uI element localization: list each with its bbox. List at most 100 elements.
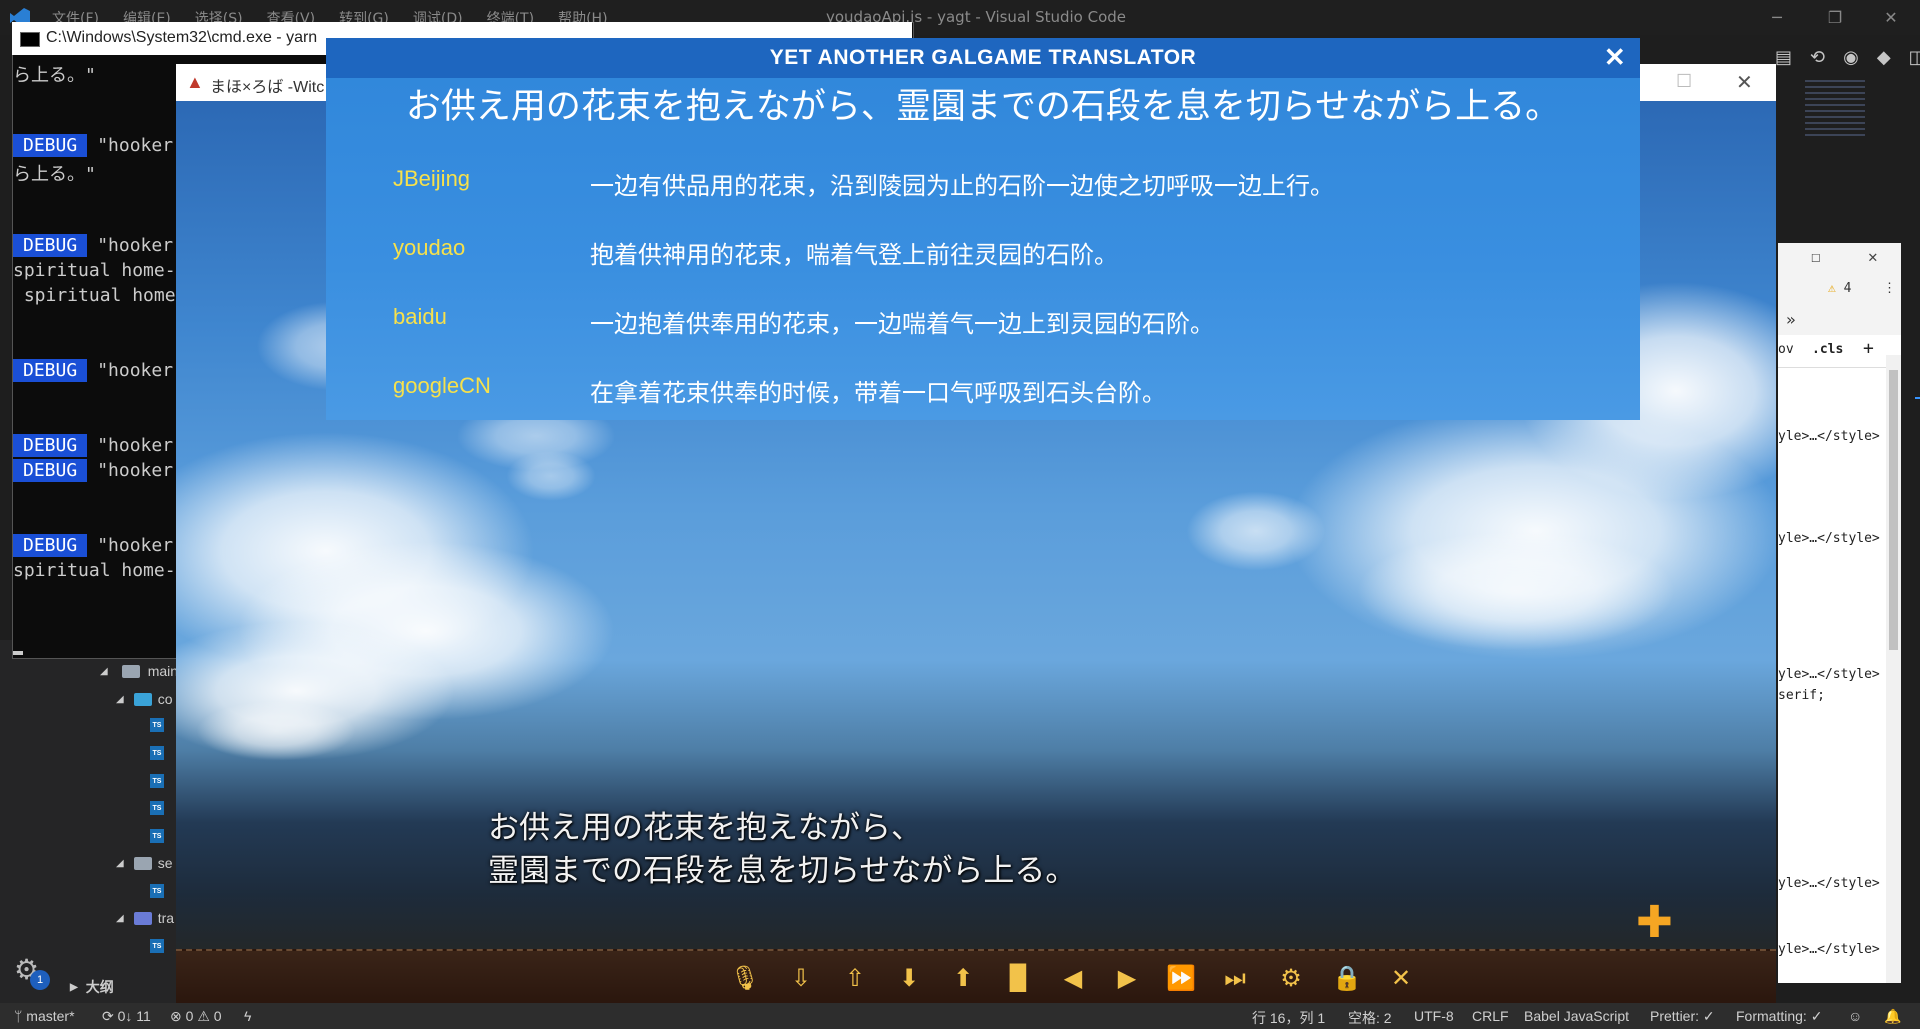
cmd-output-line: spiritual home- xyxy=(13,260,176,281)
error-icon: ⊗ xyxy=(170,1008,186,1024)
load-icon[interactable]: ⬆ xyxy=(946,963,980,993)
tree-item-file[interactable]: TS xyxy=(150,933,164,959)
hov-toggle[interactable]: ov xyxy=(1778,342,1794,357)
settings-icon[interactable]: ⚙ xyxy=(1274,963,1308,993)
cloud xyxy=(1356,531,1676,651)
indentation-status[interactable]: 空格: 2 xyxy=(1348,1008,1392,1028)
error-count: 0 xyxy=(185,1008,194,1024)
microphone-icon[interactable]: 🎙 xyxy=(728,963,762,993)
cmd-hooker-text: "hooker xyxy=(97,435,174,456)
close-window-icon[interactable]: ✕ xyxy=(1868,0,1914,35)
minimap[interactable] xyxy=(1805,80,1865,140)
translation-text: 一边有供品用的花束，沿到陵园为止的石阶一边使之切呼吸一边上行。 xyxy=(590,172,1334,200)
minimize-icon[interactable]: ─ xyxy=(1754,0,1800,35)
engine-name: baidu xyxy=(393,304,447,329)
notifications-bell-icon[interactable]: 🔔 xyxy=(1884,1008,1901,1025)
sync-status[interactable]: ⟳ 0↓ 11 xyxy=(102,1008,151,1025)
log-icon[interactable]: ▉ xyxy=(1002,963,1036,993)
cmd-hooker-text: "hooker xyxy=(97,235,174,256)
maximize-icon[interactable]: ☐ xyxy=(1811,247,1821,266)
cmd-output-line: ら上る。" xyxy=(13,65,96,86)
style-rule-4: yle>…</style> xyxy=(1778,876,1880,891)
restore-icon[interactable]: ❐ xyxy=(1812,0,1858,35)
cls-toggle[interactable]: .cls xyxy=(1812,342,1843,357)
translator-close-button[interactable]: ✕ xyxy=(1600,42,1630,72)
cmd-hooker-text: "hooker xyxy=(97,535,174,556)
devtools-scroll-thumb[interactable] xyxy=(1889,370,1898,650)
typescript-file-icon: TS xyxy=(150,939,164,953)
game-toolbar: 🎙 ⇩ ⇧ ⬇ ⬆ ▉ ◀ ▶ ⏩ ⏭ ⚙ 🔒 ✕ xyxy=(176,949,1776,1003)
devtools-scrollbar[interactable] xyxy=(1886,355,1901,983)
typescript-file-icon: TS xyxy=(150,829,164,843)
tree-item-file[interactable]: TS xyxy=(150,740,164,766)
debug-tag: DEBUG xyxy=(13,459,88,482)
warning-count[interactable]: ⚠ 4 xyxy=(1828,281,1851,296)
quick-load-icon[interactable]: ⇧ xyxy=(838,963,872,993)
tree-item-se[interactable]: ◢ se xyxy=(116,850,173,876)
status-bar: ᛘ master* ⟳ 0↓ 11 ⊗ 0 ⚠ 0 ϟ 行 16，列 1 空格:… xyxy=(0,1003,1920,1029)
eol-status[interactable]: CRLF xyxy=(1472,1008,1509,1024)
outline-label: 大纲 xyxy=(85,979,114,995)
warning-triangle-icon: ⚠ xyxy=(197,1008,214,1024)
close-icon[interactable]: ✕ xyxy=(1384,963,1418,993)
tree-item-file[interactable]: TS xyxy=(150,878,164,904)
chevron-down-icon: ◢ xyxy=(116,693,124,705)
preview-icon[interactable]: ▤ xyxy=(1775,47,1792,68)
menu-plus-button[interactable]: ✚ xyxy=(1636,901,1673,945)
tree-item-file[interactable]: TS xyxy=(150,795,164,821)
cmd-cursor xyxy=(13,651,23,655)
save-icon[interactable]: ⬇ xyxy=(892,963,926,993)
formatting-status[interactable]: Formatting: ✓ xyxy=(1736,1008,1822,1025)
skip-icon[interactable]: ⏭ xyxy=(1218,963,1252,993)
devtools-tabbar: ⚠ 4 ⋮ xyxy=(1778,275,1901,306)
cmd-hooker-text: "hooker xyxy=(97,360,174,381)
game-close-icon[interactable]: ✕ xyxy=(1736,70,1753,95)
play-icon[interactable]: ▶ xyxy=(1110,963,1144,993)
tree-item-main[interactable]: ◢ main xyxy=(100,658,178,684)
branch-label: master* xyxy=(26,1008,75,1024)
branch-icon: ᛘ xyxy=(14,1008,27,1024)
eye-icon[interactable]: ◉ xyxy=(1843,47,1859,68)
git-icon[interactable]: ◆ xyxy=(1877,47,1891,68)
chevron-down-icon: ◢ xyxy=(116,857,124,869)
devtools-close-icon[interactable]: ✕ xyxy=(1868,247,1878,266)
translation-row: googleCN 在拿着花束供奉的时候，带着一口气呼吸到石头台阶。 xyxy=(393,373,1613,413)
devtools-menu-icon[interactable]: ⋮ xyxy=(1883,281,1896,296)
feedback-smiley-icon[interactable]: ☺ xyxy=(1848,1008,1862,1024)
settings-badge: 1 xyxy=(30,970,50,990)
lightning-icon[interactable]: ϟ xyxy=(244,1008,251,1024)
typescript-file-icon: TS xyxy=(150,801,164,815)
prettier-status[interactable]: Prettier: ✓ xyxy=(1650,1008,1715,1025)
minimap-cursor-line xyxy=(1915,397,1920,399)
lock-icon[interactable]: 🔒 xyxy=(1330,963,1364,993)
witch-hat-icon: ▲ xyxy=(186,72,204,92)
warning-count-value: 4 xyxy=(1843,281,1852,296)
problems-status[interactable]: ⊗ 0 ⚠ 0 xyxy=(170,1008,222,1025)
translator-header[interactable]: YET ANOTHER GALGAME TRANSLATOR ✕ xyxy=(326,38,1640,78)
outline-section[interactable]: ▶ 大纲 xyxy=(70,974,114,1000)
tree-item-file[interactable]: TS xyxy=(150,768,164,794)
translation-text: 一边抱着供奉用的花束，一边喘着气一边上到灵园的石阶。 xyxy=(590,310,1214,338)
folder-translators-icon xyxy=(133,911,152,925)
tree-item-file[interactable]: TS xyxy=(150,712,164,738)
cursor-position[interactable]: 行 16，列 1 xyxy=(1252,1008,1325,1028)
quick-save-icon[interactable]: ⇩ xyxy=(784,963,818,993)
tree-item-file[interactable]: TS xyxy=(150,823,164,849)
tree-item-co[interactable]: ◢ co xyxy=(116,686,173,712)
compare-icon[interactable]: ⟲ xyxy=(1810,47,1825,68)
add-rule-icon[interactable]: + xyxy=(1863,338,1874,359)
tree-item-tra[interactable]: ◢ tra xyxy=(116,905,174,931)
fast-forward-icon[interactable]: ⏩ xyxy=(1164,963,1198,993)
game-window-title: まほ×ろば -Witc xyxy=(210,79,325,96)
more-tabs-icon[interactable]: » xyxy=(1786,310,1796,329)
split-editor-icon[interactable]: ◫ xyxy=(1909,47,1920,68)
back-icon[interactable]: ◀ xyxy=(1056,963,1090,993)
encoding-status[interactable]: UTF-8 xyxy=(1414,1008,1454,1024)
debug-tag: DEBUG xyxy=(13,134,88,157)
style-rule-3: yle>…</style> xyxy=(1778,667,1880,682)
devtools-panel: ☐ ✕ ⚠ 4 ⋮ » ov .cls + yle>…</style> yle>… xyxy=(1778,243,1901,983)
dialog-box: お供え用の花束を抱えながら、 霊園までの石段を息を切らせながら上る。 xyxy=(488,807,1076,893)
language-mode[interactable]: Babel JavaScript xyxy=(1524,1008,1629,1024)
game-maximize-icon[interactable]: ☐ xyxy=(1676,71,1692,92)
git-branch-status[interactable]: ᛘ master* xyxy=(14,1008,75,1024)
